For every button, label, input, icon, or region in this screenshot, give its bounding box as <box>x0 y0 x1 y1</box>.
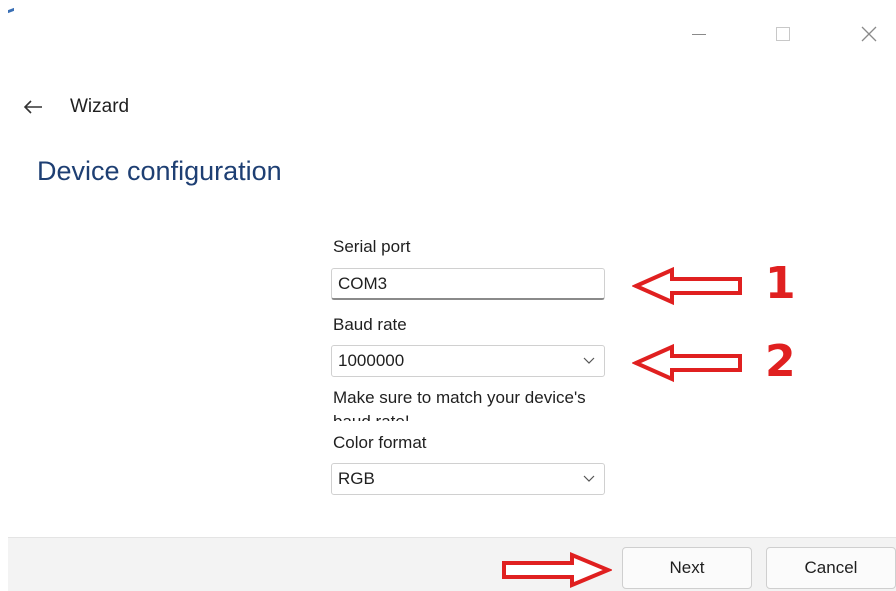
close-icon <box>861 26 877 42</box>
annotation-arrow-icon <box>632 343 742 383</box>
footer-bar <box>8 537 896 591</box>
back-button[interactable] <box>22 96 44 118</box>
annotation-arrow-icon <box>502 552 612 588</box>
cancel-button[interactable]: Cancel <box>766 547 896 589</box>
chevron-down-icon <box>582 474 596 484</box>
serial-port-input[interactable] <box>331 268 605 300</box>
serial-port-label: Serial port <box>333 237 411 256</box>
maximize-button[interactable] <box>760 14 806 54</box>
baud-rate-value: 1000000 <box>338 351 405 370</box>
back-arrow-icon <box>23 100 42 114</box>
baud-rate-label: Baud rate <box>333 315 407 334</box>
color-format-value: RGB <box>338 469 375 488</box>
next-button[interactable]: Next <box>622 547 752 589</box>
minimize-button[interactable] <box>676 14 722 54</box>
app-icon <box>8 7 14 14</box>
annotation-number-2: 2 <box>765 336 796 387</box>
annotation-arrow-icon <box>632 266 742 306</box>
minimize-icon <box>692 33 706 35</box>
annotation-number-1: 1 <box>765 258 796 309</box>
chevron-down-icon <box>582 356 596 366</box>
page-title: Device configuration <box>37 156 282 186</box>
close-button[interactable] <box>846 14 892 54</box>
maximize-icon <box>776 27 790 41</box>
wizard-label: Wizard <box>70 96 130 117</box>
wizard-window: Wizard Device configuration Serial port … <box>0 0 896 591</box>
baud-rate-select[interactable]: 1000000 <box>331 345 605 377</box>
color-format-label: Color format <box>333 433 427 452</box>
breadcrumb: Wizard <box>22 92 129 122</box>
color-format-select[interactable]: RGB <box>331 463 605 495</box>
baud-rate-hint: Make sure to match your device's baud ra… <box>333 388 586 421</box>
